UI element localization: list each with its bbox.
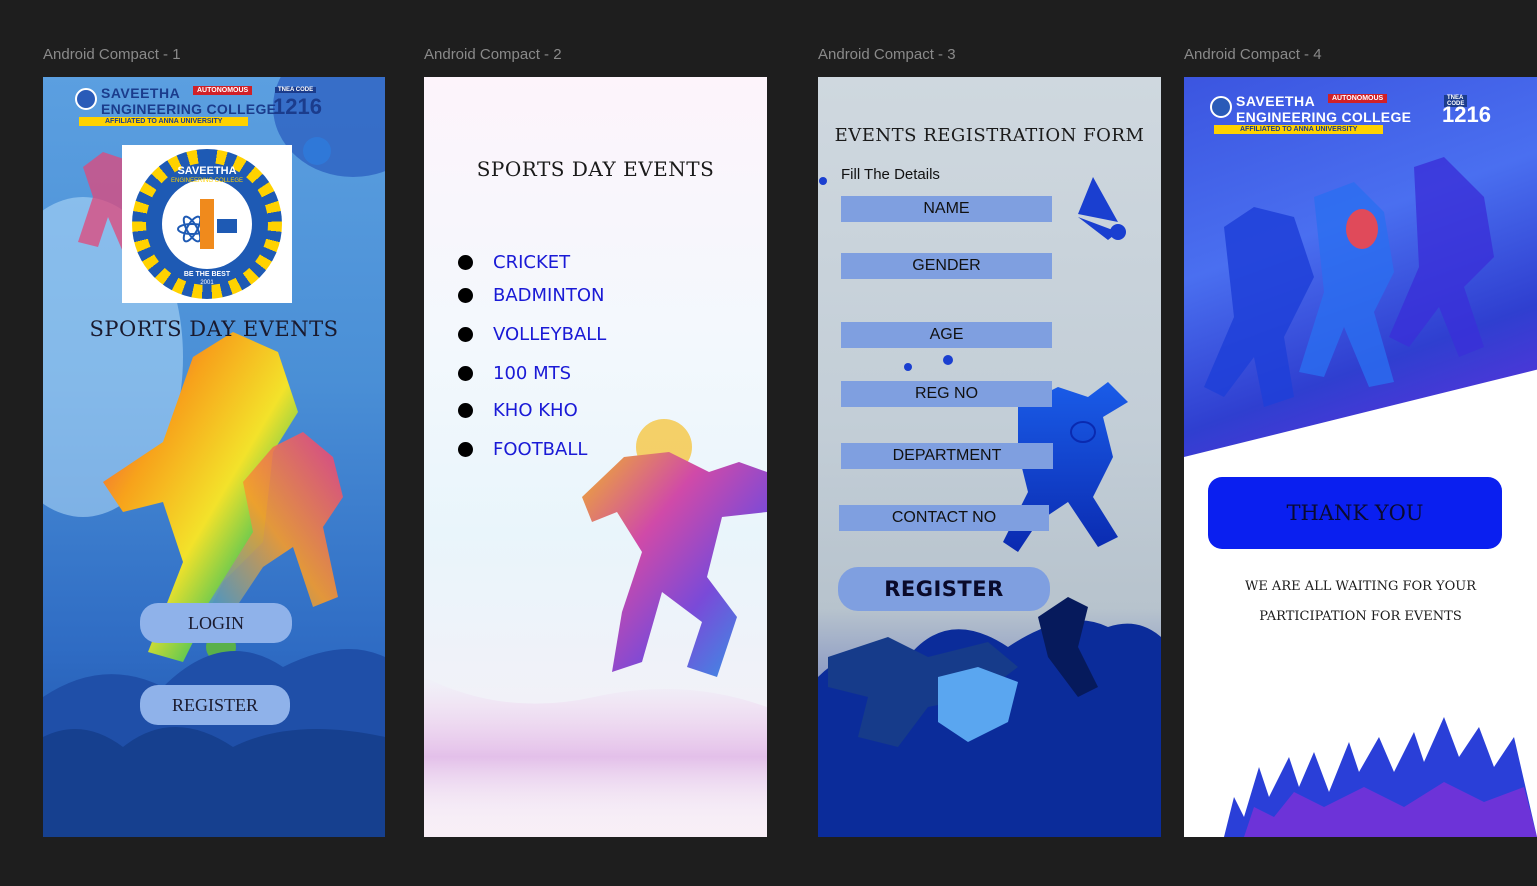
college-emblem-icon	[1210, 96, 1232, 118]
login-button[interactable]: LOGIN	[140, 603, 292, 643]
list-item[interactable]: FOOTBALL	[458, 439, 587, 460]
bullet-icon	[458, 288, 473, 303]
event-label: FOOTBALL	[493, 439, 588, 460]
thank-you-message-line2: PARTICIPATION FOR EVENTS	[1259, 609, 1462, 624]
logo-name: SAVEETHA	[177, 165, 237, 177]
event-label: BADMINTON	[493, 285, 605, 306]
logo-year: 2001	[200, 280, 214, 286]
affiliation-banner: AFFILIATED TO ANNA UNIVERSITY	[79, 117, 249, 126]
register-button[interactable]: REGISTER	[140, 685, 290, 725]
autonomous-badge: AUTONOMOUS	[1328, 94, 1388, 103]
college-name-line1: SAVEETHA	[101, 85, 181, 101]
autonomous-badge: AUTONOMOUS	[193, 86, 253, 95]
event-label: 100 MTS	[493, 363, 572, 384]
runners-illustration	[1204, 157, 1537, 837]
gender-field[interactable]: GENDER	[841, 253, 1052, 279]
college-header: SAVEETHA ENGINEERING COLLEGE AUTONOMOUS …	[1206, 93, 1491, 137]
page-title: SPORTS DAY EVENTS	[476, 157, 715, 181]
bullet-icon	[458, 327, 473, 342]
list-item[interactable]: 100 MTS	[458, 363, 571, 384]
logo-motto: BE THE BEST	[183, 271, 231, 278]
college-logo: SAVEETHA ENGINEERING COLLEGE BE THE BEST…	[122, 145, 292, 303]
frame-label-4[interactable]: Android Compact - 4	[1184, 46, 1322, 63]
list-item[interactable]: KHO KHO	[458, 400, 578, 421]
name-field[interactable]: NAME	[841, 196, 1052, 222]
frame-label-2[interactable]: Android Compact - 2	[424, 46, 562, 63]
age-field[interactable]: AGE	[841, 322, 1052, 348]
list-item[interactable]: CRICKET	[458, 252, 570, 273]
frame-registration-screen[interactable]: EVENTS REGISTRATION FORM Fill The Detail…	[818, 77, 1161, 837]
frame-thank-you-screen[interactable]: SAVEETHA ENGINEERING COLLEGE AUTONOMOUS …	[1184, 77, 1537, 837]
list-item[interactable]: VOLLEYBALL	[458, 324, 606, 345]
bullet-icon	[458, 442, 473, 457]
tnea-label: TNEA CODE	[275, 87, 317, 93]
page-title: SPORTS DAY EVENTS	[89, 317, 339, 341]
bullet-icon	[458, 403, 473, 418]
thank-you-button[interactable]: THANK YOU	[1208, 477, 1502, 549]
affiliation-banner: AFFILIATED TO ANNA UNIVERSITY	[1214, 125, 1384, 134]
form-title: EVENTS REGISTRATION FORM	[834, 125, 1145, 146]
event-label: KHO KHO	[493, 400, 578, 421]
event-label: VOLLEYBALL	[493, 324, 607, 345]
list-item[interactable]: BADMINTON	[458, 285, 604, 306]
bullet-icon	[458, 255, 473, 270]
frame-home-screen[interactable]: SAVEETHA ENGINEERING COLLEGE AUTONOMOUS …	[43, 77, 385, 837]
reg-no-field[interactable]: REG NO	[841, 381, 1052, 407]
atom-icon	[177, 199, 237, 249]
frame-label-1[interactable]: Android Compact - 1	[43, 46, 181, 63]
frame-events-screen[interactable]: SPORTS DAY EVENTS CRICKET BADMINTON VOLL…	[424, 77, 767, 837]
department-field[interactable]: DEPARTMENT	[841, 443, 1053, 469]
college-name-line2: ENGINEERING COLLEGE	[101, 101, 277, 117]
tnea-code: 1216	[1442, 102, 1491, 127]
college-header: SAVEETHA ENGINEERING COLLEGE AUTONOMOUS …	[71, 85, 331, 129]
bullet-icon	[458, 366, 473, 381]
logo-subtitle: ENGINEERING COLLEGE	[170, 178, 244, 184]
thank-you-message-line1: WE ARE ALL WAITING FOR YOUR	[1244, 579, 1477, 594]
college-emblem-icon	[75, 88, 97, 110]
tnea-code: 1216	[273, 94, 322, 119]
event-label: CRICKET	[493, 252, 571, 273]
contact-no-field[interactable]: CONTACT NO	[839, 505, 1049, 531]
register-button[interactable]: REGISTER	[838, 567, 1050, 611]
college-name-line2: ENGINEERING COLLEGE	[1236, 109, 1412, 125]
college-name-line1: SAVEETHA	[1236, 93, 1316, 109]
form-subtitle: Fill The Details	[841, 166, 940, 183]
frame-label-3[interactable]: Android Compact - 3	[818, 46, 956, 63]
